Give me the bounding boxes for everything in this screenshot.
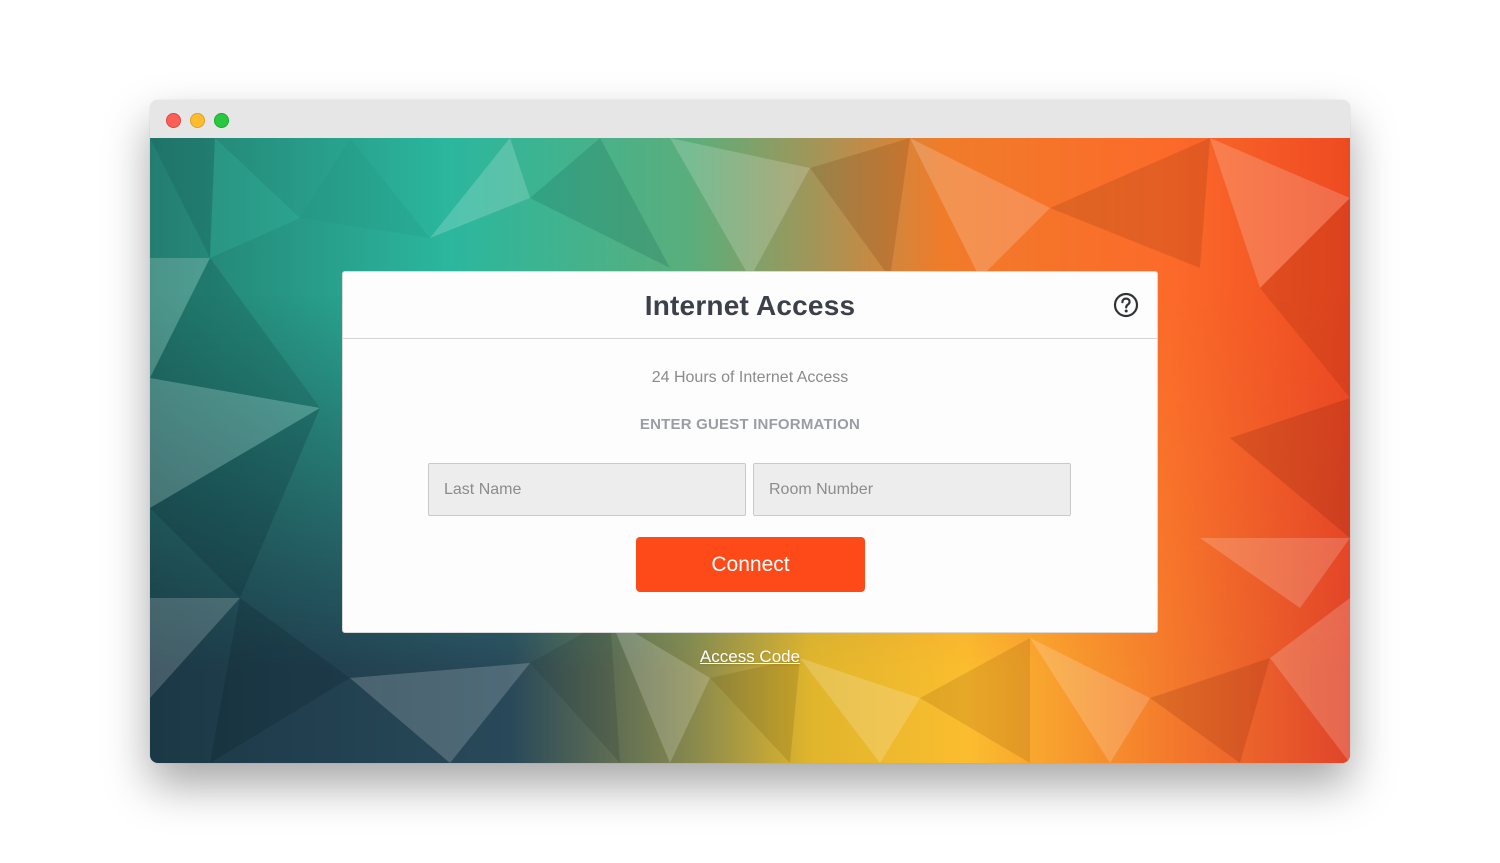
page-title: Internet Access [644,290,856,321]
close-window-button[interactable] [166,113,181,128]
page-content: Internet Access 24 Hours of Internet Acc… [150,138,1350,763]
login-card: Internet Access 24 Hours of Internet Acc… [342,271,1158,633]
browser-window: Internet Access 24 Hours of Internet Acc… [150,100,1350,763]
room-number-input[interactable] [753,463,1071,516]
card-header: Internet Access [343,272,1157,339]
plan-description: 24 Hours of Internet Access [651,369,849,386]
title-bar [150,100,1350,138]
last-name-input[interactable] [428,463,746,516]
minimize-window-button[interactable] [190,113,205,128]
guest-info-heading: ENTER GUEST INFORMATION [639,416,861,433]
zoom-window-button[interactable] [214,113,229,128]
connect-button[interactable]: Connect [636,537,865,592]
question-circle-icon[interactable] [1113,292,1139,318]
access-code-link[interactable]: Access Code [150,647,1350,667]
